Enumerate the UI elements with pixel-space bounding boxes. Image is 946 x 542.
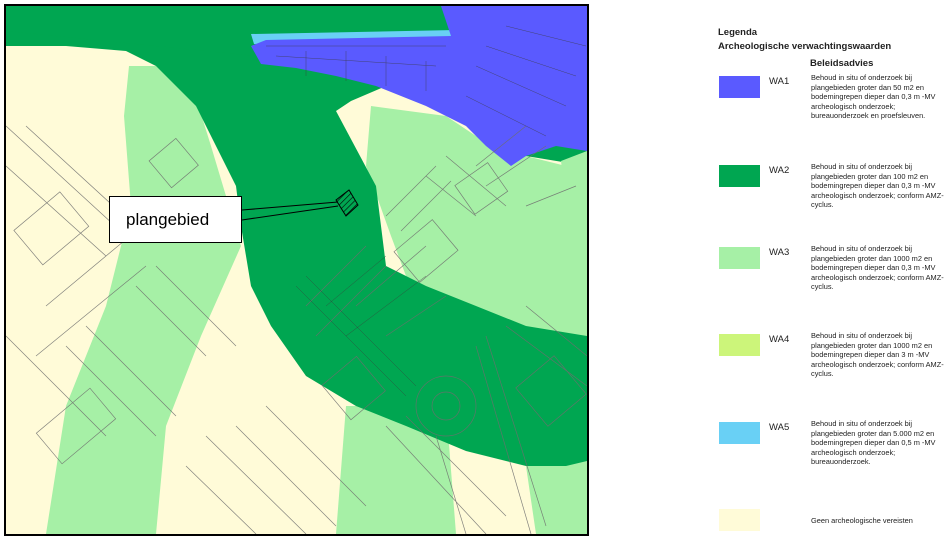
- legend-description: Behoud in situ of onderzoek bij plangebi…: [811, 73, 936, 121]
- map-canvas: [6, 6, 587, 534]
- legend-description: Behoud in situ of onderzoek bij plangebi…: [811, 244, 944, 292]
- legend-title: Legenda: [718, 27, 758, 38]
- legend-code: WA4: [769, 334, 790, 345]
- legend-swatch: [719, 165, 760, 187]
- legend-description: Behoud in situ of onderzoek bij plangebi…: [811, 162, 944, 210]
- legend-subtitle: Archeologische verwachtingswaarden: [718, 41, 892, 52]
- legend-description: Geen archeologische vereisten: [811, 516, 913, 525]
- legend-code: WA1: [769, 76, 790, 87]
- legend-swatch: [719, 334, 760, 356]
- legend-swatch: [719, 509, 760, 531]
- plangebied-label: plangebied: [126, 209, 210, 229]
- legend-swatch: [719, 247, 760, 269]
- legend-column-header: Beleidsadvies: [810, 58, 874, 69]
- plangebied-callout: plangebied: [109, 196, 242, 243]
- legend-description: Behoud in situ of onderzoek bij plangebi…: [811, 419, 936, 467]
- legend-description: Behoud in situ of onderzoek bij plangebi…: [811, 331, 944, 379]
- legend-swatch: [719, 422, 760, 444]
- legend-code: WA3: [769, 247, 790, 258]
- legend-code: WA2: [769, 165, 790, 176]
- legend-swatch: [719, 76, 760, 98]
- map-view[interactable]: [4, 4, 589, 536]
- legend-code: WA5: [769, 422, 790, 433]
